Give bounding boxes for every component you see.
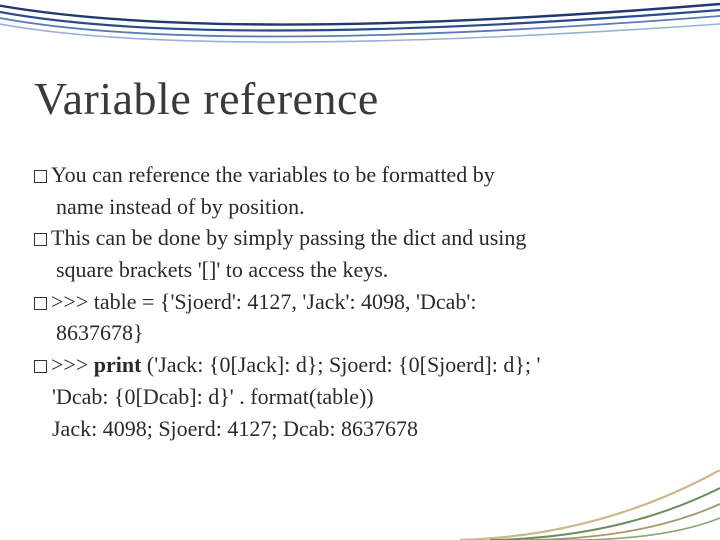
bullet-4-cont: 'Dcab: {0[Dcab]: d}' . format(table)) <box>34 382 680 412</box>
bullet-2-cont: square brackets '[]' to access the keys. <box>34 255 680 285</box>
bullet-3: >>> table = {'Sjoerd': 4127, 'Jack': 409… <box>34 287 680 317</box>
bullet-2: This can be done by simply passing the d… <box>34 223 680 253</box>
bullet-4: >>> print ('Jack: {0[Jack]: d}; Sjoerd: … <box>34 350 680 380</box>
bullet-4-rest: ('Jack: {0[Jack]: d}; Sjoerd: {0[Sjoerd]… <box>141 352 540 377</box>
bullet-2-text: This can be done by simply passing the d… <box>51 225 526 250</box>
bullet-4-prefix: >>> <box>51 352 94 377</box>
bullet-1: You can reference the variables to be fo… <box>34 160 680 190</box>
bullet-square-icon <box>34 233 47 246</box>
bullet-4-print-keyword: print <box>94 352 142 377</box>
slide-title: Variable reference <box>34 72 379 125</box>
slide: Variable reference You can reference the… <box>0 0 720 540</box>
bullet-square-icon <box>34 360 47 373</box>
bottom-corner-decoration <box>460 470 720 540</box>
output-line: Jack: 4098; Sjoerd: 4127; Dcab: 8637678 <box>34 414 680 444</box>
bullet-1-text: You can reference the variables to be fo… <box>51 162 495 187</box>
bullet-1-cont: name instead of by position. <box>34 192 680 222</box>
bullet-3-cont: 8637678} <box>34 318 680 348</box>
slide-body: You can reference the variables to be fo… <box>34 160 680 445</box>
bullet-square-icon <box>34 297 47 310</box>
bullet-square-icon <box>34 170 47 183</box>
bullet-3-text: >>> table = {'Sjoerd': 4127, 'Jack': 409… <box>51 289 477 314</box>
top-swoosh-decoration <box>0 0 720 65</box>
